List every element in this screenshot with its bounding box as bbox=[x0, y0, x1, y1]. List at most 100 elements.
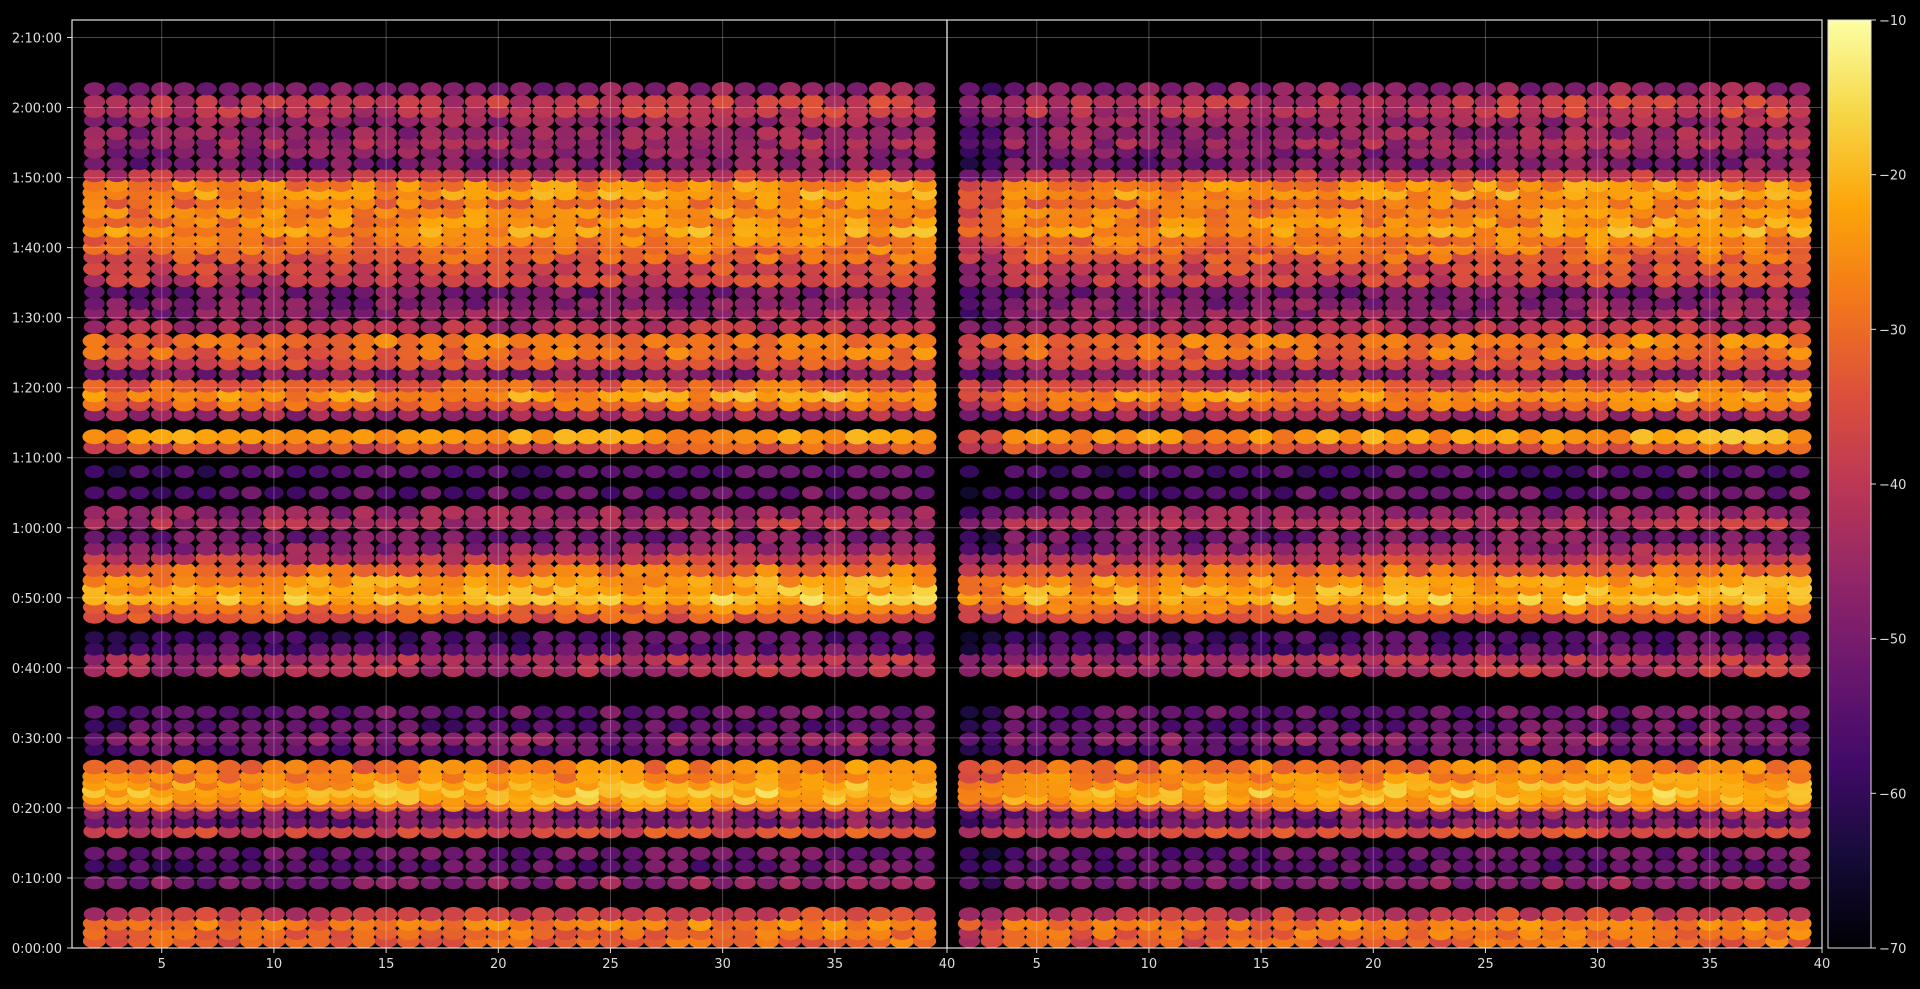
heat-cell bbox=[1049, 705, 1070, 719]
heat-cell bbox=[891, 719, 913, 733]
heat-cell bbox=[1161, 486, 1182, 500]
heat-cell bbox=[1317, 846, 1339, 861]
heat-cell bbox=[286, 846, 307, 861]
heat-cell bbox=[1204, 333, 1229, 349]
heat-cell bbox=[330, 94, 353, 109]
heat-cell bbox=[1789, 732, 1810, 746]
heat-cell bbox=[1428, 333, 1453, 349]
heat-cell bbox=[420, 530, 442, 544]
heat-cell bbox=[801, 705, 824, 719]
heat-cell bbox=[1316, 759, 1341, 775]
heat-cell bbox=[1069, 759, 1094, 775]
heat-cell bbox=[219, 705, 240, 719]
heat-cell bbox=[1632, 486, 1653, 500]
heat-cell bbox=[1520, 631, 1541, 644]
heat-cell bbox=[1608, 429, 1632, 445]
heat-cell bbox=[397, 320, 420, 334]
heat-cell bbox=[218, 642, 240, 656]
heat-cell bbox=[106, 320, 128, 334]
heat-cell bbox=[106, 907, 128, 921]
heat-cell bbox=[1206, 732, 1227, 746]
heat-cell bbox=[1609, 907, 1632, 922]
heat-cell bbox=[1093, 642, 1115, 656]
heat-cell bbox=[869, 705, 891, 719]
heat-cell bbox=[689, 82, 711, 96]
heat-cell bbox=[645, 465, 666, 479]
heat-cell bbox=[802, 719, 823, 733]
heat-cell bbox=[1630, 333, 1655, 349]
heat-cell bbox=[241, 859, 262, 873]
heat-cell bbox=[1497, 631, 1518, 644]
heat-cell bbox=[465, 157, 486, 171]
heat-cell bbox=[353, 732, 375, 746]
heat-cell bbox=[1227, 505, 1250, 520]
heat-cell bbox=[398, 719, 419, 733]
heat-cell bbox=[420, 705, 442, 719]
heat-cell bbox=[801, 542, 824, 556]
heat-cell bbox=[83, 320, 105, 334]
heat-cell bbox=[1677, 297, 1698, 311]
heat-cell bbox=[1540, 759, 1565, 775]
heat-cell bbox=[1744, 486, 1766, 500]
heat-cell bbox=[532, 907, 555, 922]
heat-cell bbox=[1340, 486, 1362, 500]
heat-cell bbox=[173, 505, 195, 520]
heat-cell bbox=[622, 642, 644, 656]
heat-cell bbox=[420, 297, 442, 311]
heat-cell bbox=[1317, 505, 1339, 520]
heat-cell bbox=[1228, 297, 1249, 311]
heat-cell bbox=[1563, 333, 1588, 349]
heat-cell bbox=[734, 642, 756, 656]
heat-cell bbox=[465, 82, 487, 96]
heat-cell bbox=[734, 465, 756, 479]
heat-cell bbox=[1744, 719, 1765, 733]
heat-cell bbox=[173, 157, 195, 171]
heat-cell bbox=[913, 505, 936, 520]
heat-cell bbox=[912, 333, 937, 349]
heat-cell bbox=[1116, 846, 1137, 861]
heat-cell bbox=[868, 82, 891, 96]
heat-cell bbox=[511, 465, 531, 479]
heat-cell bbox=[533, 719, 554, 733]
heat-cell bbox=[173, 663, 195, 677]
heat-cell bbox=[1003, 663, 1026, 678]
heat-cell bbox=[1205, 663, 1227, 677]
heat-cell bbox=[1654, 505, 1676, 520]
heat-cell bbox=[1183, 542, 1205, 556]
heat-cell bbox=[980, 333, 1004, 349]
heat-cell bbox=[171, 429, 197, 445]
heat-cell bbox=[1183, 732, 1204, 746]
heat-cell bbox=[532, 94, 555, 109]
heat-cell bbox=[688, 333, 712, 349]
heat-cell bbox=[1228, 846, 1249, 861]
heat-cell bbox=[1294, 333, 1318, 349]
heat-cell bbox=[105, 429, 129, 445]
heat-cell bbox=[1452, 541, 1474, 556]
heat-cell bbox=[419, 94, 443, 109]
heat-cell bbox=[1295, 285, 1317, 299]
heat-cell bbox=[1719, 428, 1745, 445]
heat-cell bbox=[1002, 378, 1026, 393]
heat-cell bbox=[1047, 759, 1072, 775]
heat-cell bbox=[1722, 465, 1743, 479]
heat-cell bbox=[1340, 642, 1361, 656]
heat-cell bbox=[241, 642, 262, 656]
heat-cell bbox=[1229, 631, 1249, 644]
heat-cell bbox=[620, 759, 646, 775]
heat-cell bbox=[330, 907, 353, 922]
heat-cell bbox=[555, 642, 576, 656]
heat-cell bbox=[308, 719, 329, 733]
heat-cell bbox=[757, 465, 778, 479]
heat-cell bbox=[1632, 732, 1653, 746]
heat-cell bbox=[397, 168, 420, 183]
heat-cell bbox=[982, 732, 1002, 746]
heat-cell bbox=[1182, 759, 1206, 775]
heat-cell bbox=[644, 846, 666, 861]
heat-cell bbox=[1116, 732, 1137, 746]
heat-cell bbox=[241, 530, 262, 544]
heat-cell bbox=[735, 846, 756, 860]
heat-cell bbox=[443, 846, 464, 861]
heat-cell bbox=[868, 906, 892, 922]
heat-cell bbox=[1183, 505, 1205, 520]
heat-cell bbox=[1430, 719, 1451, 733]
